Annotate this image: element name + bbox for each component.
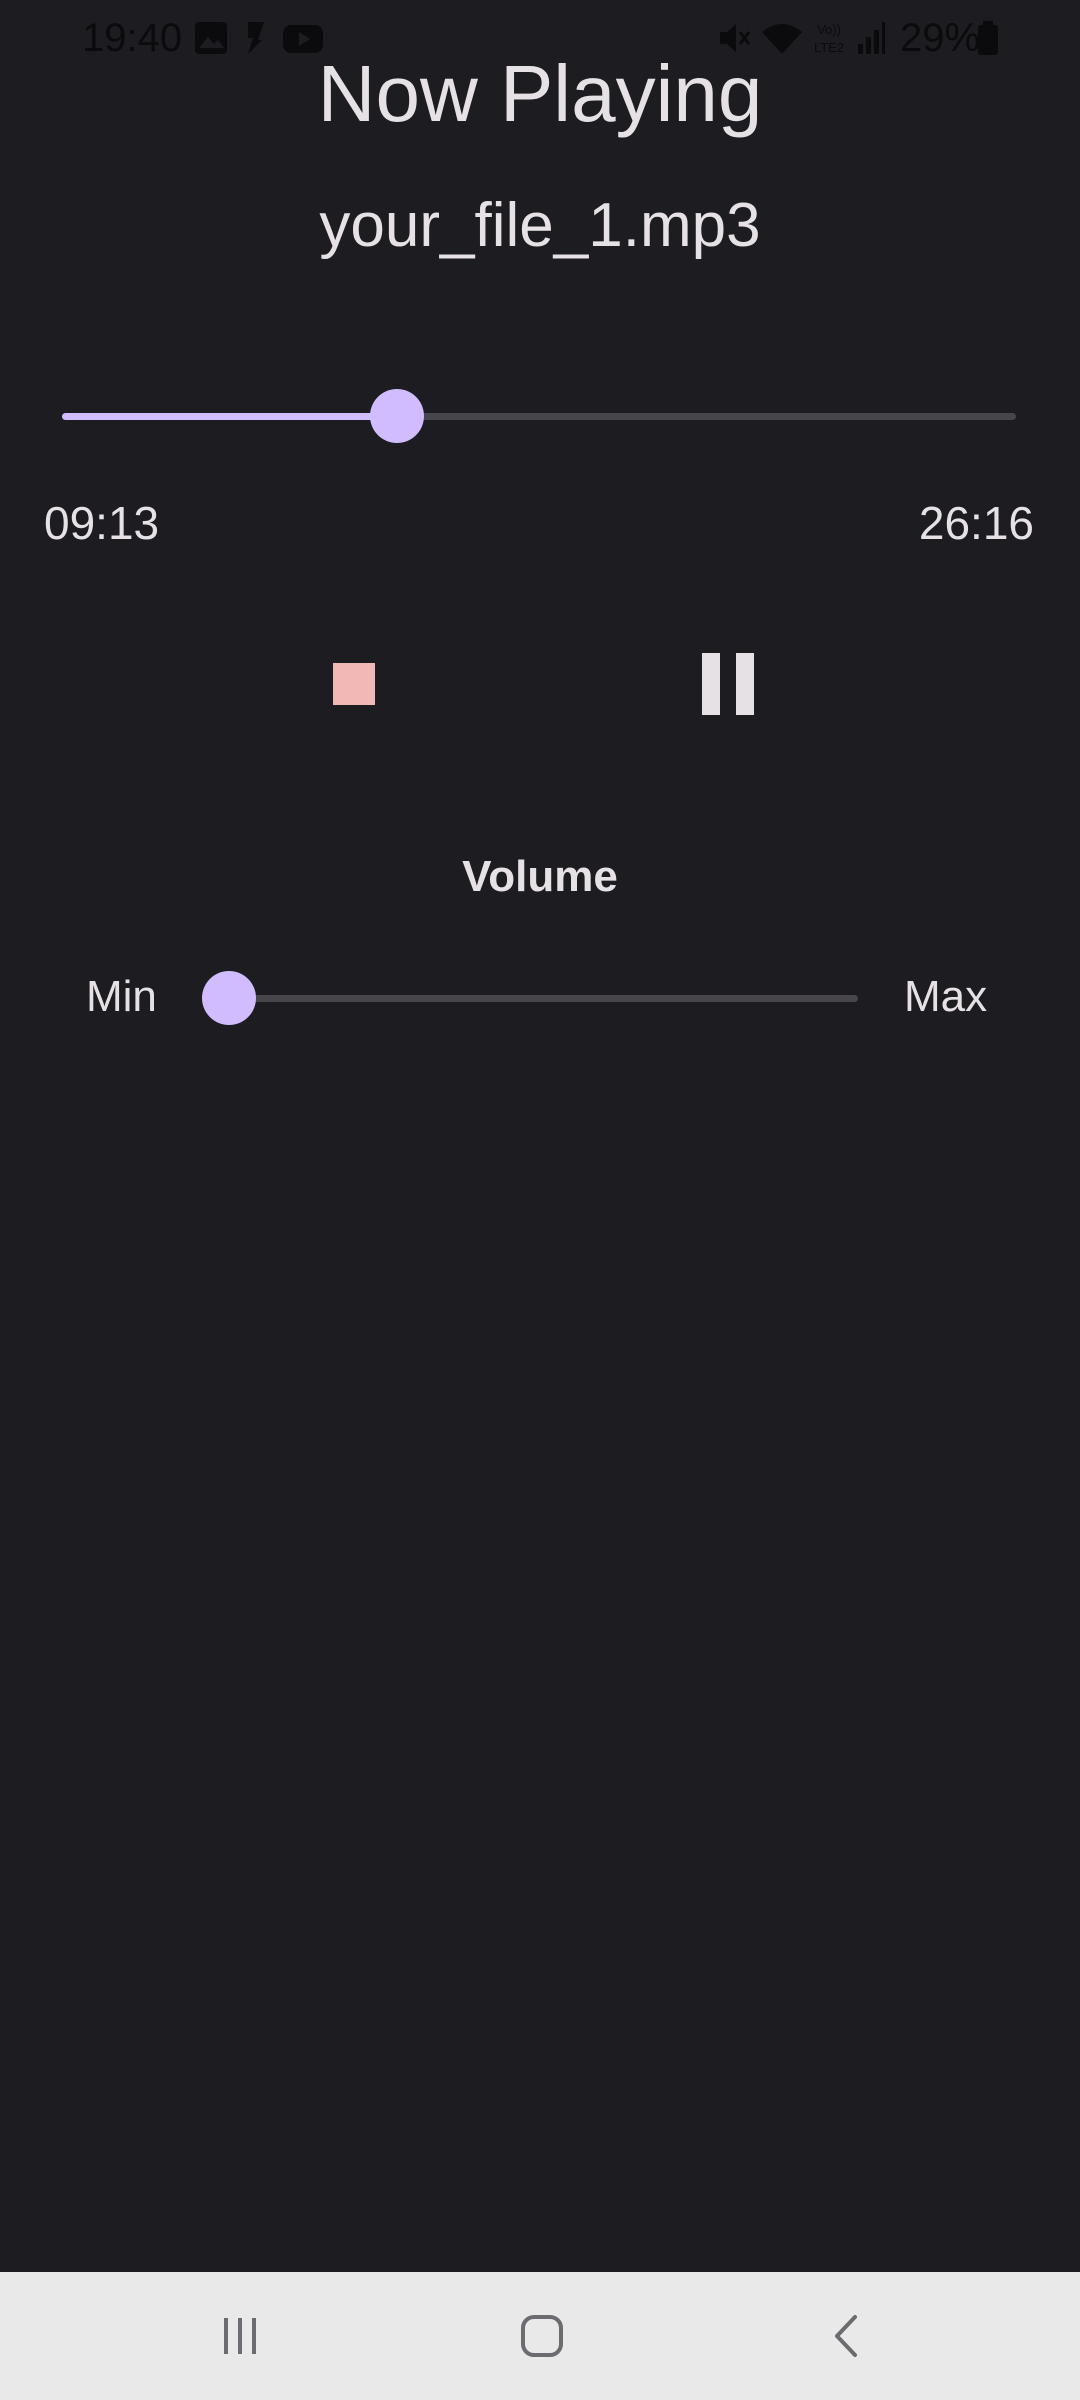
elapsed-time: 09:13 [44,497,160,549]
home-button[interactable] [482,2300,602,2372]
volume-slider[interactable] [202,970,858,1026]
now-playing-screen: 19:40 Vo)) LTE2 29% Now Playing your_file… [0,0,1080,2400]
stop-button[interactable] [310,640,398,728]
back-button[interactable] [786,2300,906,2372]
back-icon [835,2315,857,2357]
pause-button[interactable] [682,636,774,732]
recents-button[interactable] [180,2300,300,2372]
volume-thumb[interactable] [202,971,257,1025]
volume-max-label: Max [904,972,988,1021]
track-file-name: your_file_1.mp3 [319,191,761,260]
volume-heading: Volume [462,852,618,901]
home-icon [521,2315,563,2357]
stop-icon [333,663,375,705]
volume-min-label: Min [86,972,157,1021]
progress-track-fill [62,413,397,420]
pause-icon [694,653,762,715]
recents-icon [224,2318,256,2354]
progress-thumb[interactable] [369,389,424,443]
progress-track [62,413,1016,420]
total-duration: 26:16 [918,497,1034,549]
playback-progress-slider[interactable] [62,388,1016,444]
page-title: Now Playing [317,49,763,138]
volume-track [210,995,858,1002]
system-nav-bar [0,2272,1080,2400]
svg-text:Vo)): Vo)) [817,22,841,37]
